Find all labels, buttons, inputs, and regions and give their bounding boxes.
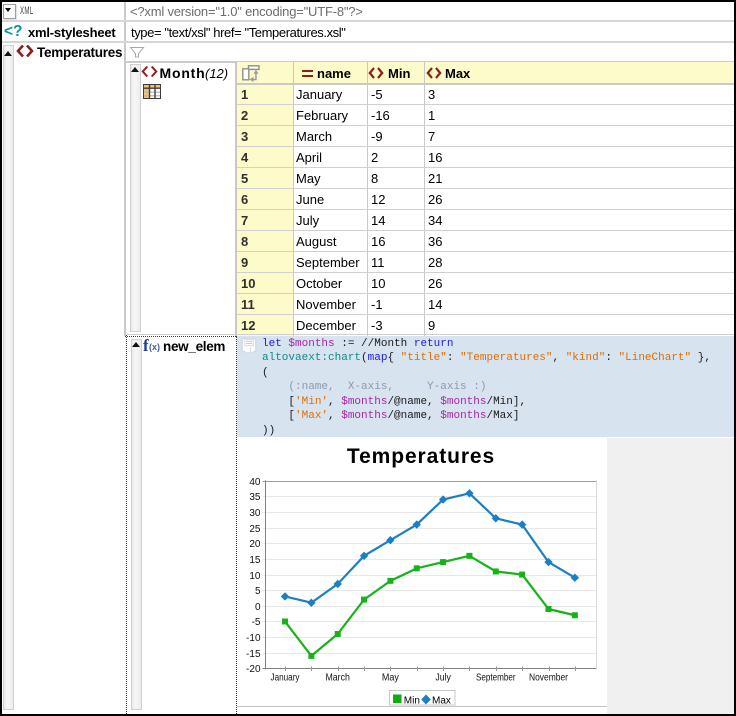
svg-text:15: 15 — [249, 555, 261, 566]
svg-text:-20: -20 — [246, 664, 261, 675]
svg-text:-15: -15 — [246, 649, 261, 660]
svg-text:March: March — [325, 673, 350, 684]
svg-text:0: 0 — [255, 602, 261, 613]
svg-text:25: 25 — [249, 524, 261, 535]
svg-text:September: September — [476, 673, 516, 684]
svg-text:May: May — [382, 673, 399, 684]
svg-text:Min: Min — [404, 695, 420, 706]
svg-text:Temperatures: Temperatures — [347, 445, 495, 468]
svg-text:-5: -5 — [252, 617, 261, 628]
svg-text:20: 20 — [249, 539, 261, 550]
svg-text:November: November — [529, 673, 569, 684]
svg-text:January: January — [271, 673, 300, 684]
svg-text:10: 10 — [249, 571, 261, 582]
svg-text:-10: -10 — [246, 633, 261, 644]
svg-text:30: 30 — [249, 508, 261, 519]
svg-text:Max: Max — [432, 695, 451, 706]
svg-text:40: 40 — [249, 477, 261, 488]
svg-text:July: July — [435, 673, 451, 684]
svg-text:35: 35 — [249, 492, 261, 503]
svg-text:5: 5 — [255, 586, 261, 597]
